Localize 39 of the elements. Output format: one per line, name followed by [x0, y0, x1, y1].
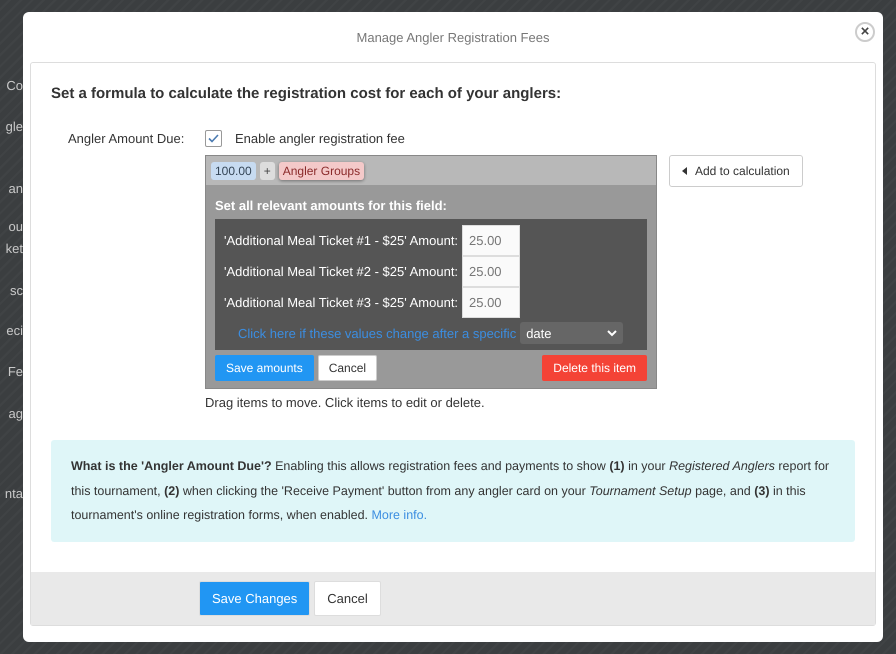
- delete-button[interactable]: Delete this item: [542, 355, 647, 381]
- amount-label: 'Additional Meal Ticket #3 - $25' Amount:: [224, 295, 460, 310]
- field-label: Angler Amount Due:: [68, 131, 186, 146]
- info-text: What is the 'Angler Amount Due'? Enabling this allows registration fees and payments to show (1) in your Registered Anglers report for this tournament, (2) when clicking the 'Receive Payment' button from any angler card on your Tournament Setup page, and (3) in this tournament's online registration forms, when enabled. More info.: [71, 459, 830, 522]
- background-text: Fe: [8, 364, 23, 379]
- amount-input[interactable]: 25.00: [462, 287, 520, 318]
- date-select[interactable]: date: [520, 322, 624, 344]
- caret-left-icon: [682, 167, 687, 175]
- amount-label: 'Additional Meal Ticket #2 - $25' Amount:: [224, 264, 460, 279]
- background-text: ou: [8, 219, 23, 234]
- more-info-link[interactable]: More info.: [371, 508, 428, 522]
- background-text: sc: [10, 283, 23, 298]
- close-button[interactable]: ×: [855, 22, 875, 42]
- checkbox[interactable]: [205, 130, 222, 147]
- hint-text: Drag items to move. Click items to edit or delete.: [205, 395, 486, 410]
- amount-input[interactable]: 25.00: [462, 256, 520, 287]
- section-heading: Set a formula to calculate the registration cost for each of your anglers:: [51, 85, 562, 102]
- background-text: an: [8, 181, 23, 196]
- cancel-button[interactable]: Cancel: [318, 355, 378, 381]
- background-text: ag: [8, 406, 23, 421]
- save-amounts-button[interactable]: Save amounts: [215, 355, 314, 381]
- chevron-down-icon: [607, 330, 618, 336]
- background-text: nta: [4, 486, 23, 501]
- amount-label: 'Additional Meal Ticket #1 - $25' Amount:: [224, 233, 460, 248]
- formula-token[interactable]: 100.00: [211, 162, 256, 180]
- cancel-button[interactable]: Cancel: [314, 581, 381, 616]
- background-text: eci: [6, 323, 23, 338]
- save-changes-button[interactable]: Save Changes: [199, 581, 310, 616]
- checkbox-label: Enable angler registration fee: [235, 131, 405, 146]
- formula-token[interactable]: +: [260, 162, 275, 180]
- check-icon: [208, 134, 219, 143]
- background-text: gle: [6, 119, 23, 134]
- add-to-calculation-button[interactable]: Add to calculation: [669, 155, 803, 187]
- background-text: Co: [6, 78, 23, 93]
- amount-input[interactable]: 25.00: [462, 225, 520, 256]
- background-text: ket: [6, 241, 23, 256]
- formula-token[interactable]: Angler Groups: [278, 162, 364, 180]
- editor-title: Set all relevant amounts for this field:: [214, 197, 448, 215]
- dialog-title: Manage Angler Registration Fees: [356, 30, 550, 44]
